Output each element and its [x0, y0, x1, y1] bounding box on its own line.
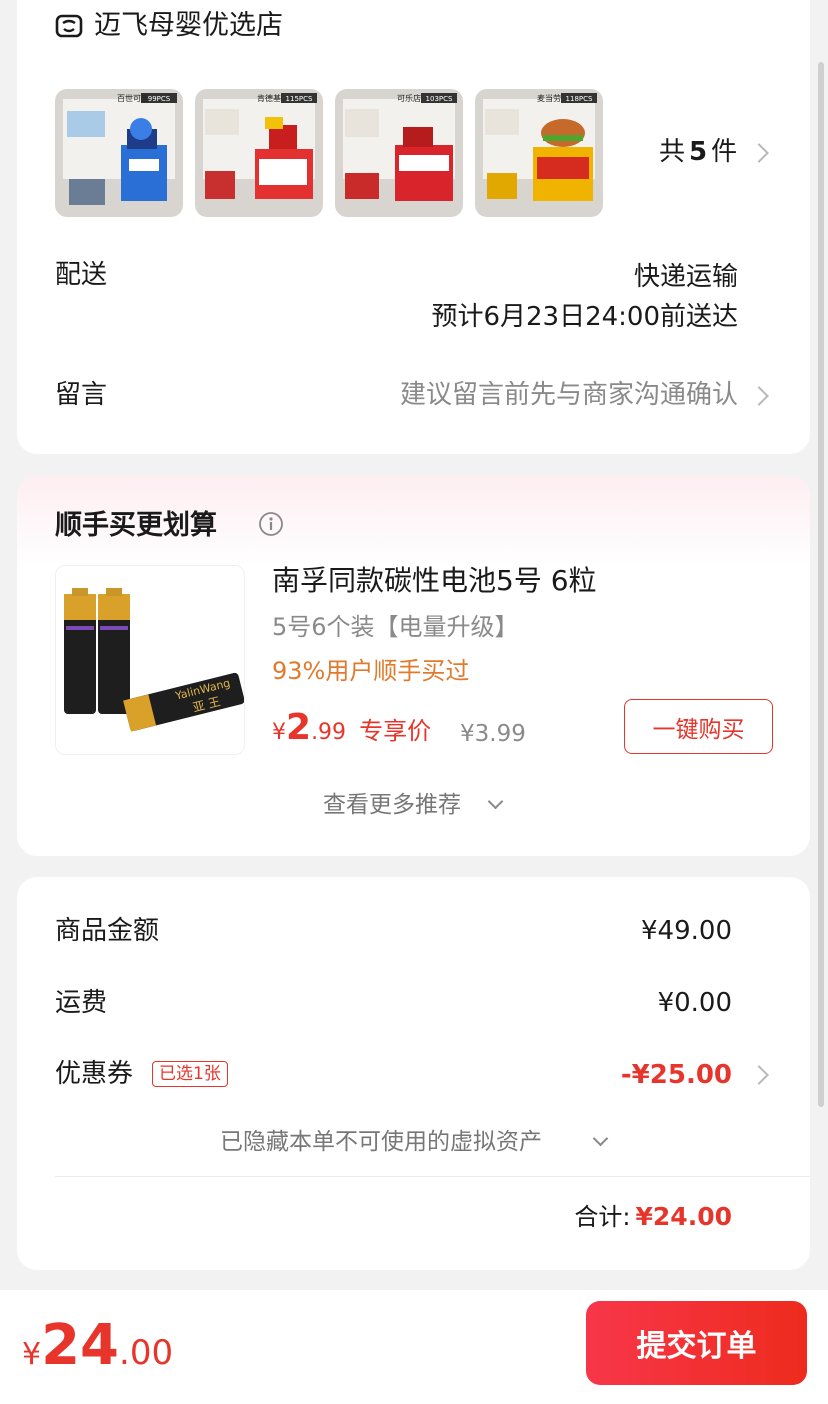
product-spec: 5号6个装【电量升级】	[272, 613, 519, 641]
price-tag: 专享价	[359, 717, 432, 745]
item-count-unit: 件	[711, 137, 738, 167]
delivery-method: 快递运输	[633, 262, 738, 292]
chevron-down-icon	[487, 793, 504, 810]
original-price: ¥3.99	[460, 721, 526, 747]
thumbnail-brand: 可乐店	[397, 93, 421, 103]
coupon-badge: 已选1张	[152, 1061, 228, 1087]
product-thumbnail[interactable]: 118PCS 麦当劳	[475, 89, 603, 217]
price-decimal: .99	[311, 720, 347, 745]
thumbnail-brand: 百世可乐	[117, 93, 149, 103]
product-image[interactable]: YalinWang 亚 王	[55, 565, 245, 755]
hidden-assets-toggle[interactable]: 已隐藏本单不可使用的虚拟资产	[220, 1126, 542, 1158]
shipping-value: ¥0.00	[657, 988, 732, 1018]
thumbnail-brand: 肯德基	[257, 93, 281, 103]
info-icon[interactable]	[258, 511, 284, 537]
coupon-label: 优惠券	[55, 1059, 134, 1089]
price-integer: 2	[286, 707, 312, 748]
social-proof: 93%用户顺手买过	[272, 657, 470, 685]
chevron-right-icon	[749, 1065, 769, 1085]
delivery-eta: 预计6月23日24:00前送达	[431, 302, 738, 332]
message-input[interactable]: 建议留言前先与商家沟通确认	[400, 378, 738, 412]
item-count[interactable]: 共5件	[659, 135, 737, 169]
order-total: 合计: ¥24.00	[574, 1200, 732, 1237]
item-count-number: 5	[689, 137, 708, 167]
recommend-card: 顺手买更划算 YalinWang 亚 王 南孚同款碳性电池5号 6粒 5号6个装…	[17, 476, 810, 856]
submit-order-button[interactable]: 提交订单	[586, 1301, 807, 1385]
total-label: 合计:	[574, 1203, 631, 1231]
shop-icon	[55, 12, 83, 40]
product-thumbnail[interactable]: 99PCS 百世可乐	[55, 89, 183, 217]
thumbnail-pcs: 99PCS	[148, 95, 171, 103]
price-symbol: ¥	[272, 720, 286, 745]
product-price: ¥2.99 专享价	[272, 706, 431, 756]
thumbnail-pcs: 118PCS	[566, 95, 593, 103]
divider	[55, 1176, 810, 1177]
item-count-prefix: 共	[659, 137, 686, 167]
product-thumbnails[interactable]: 99PCS 百世可乐 115PCS 肯德基 103PCS 可乐店 118PCS …	[55, 89, 603, 217]
pay-integer: 24	[41, 1313, 120, 1378]
one-click-buy-button[interactable]: 一键购买	[624, 699, 773, 754]
see-more-recommend[interactable]: 查看更多推荐	[323, 789, 461, 821]
coupon-value[interactable]: -¥25.00	[621, 1058, 732, 1092]
message-label: 留言	[55, 380, 108, 410]
pay-symbol: ¥	[22, 1337, 42, 1372]
pay-amount: ¥24.00	[22, 1310, 173, 1395]
shop-name[interactable]: 迈飞母婴优选店	[94, 9, 283, 43]
goods-amount-label: 商品金额	[55, 916, 160, 946]
order-items-card: 迈飞母婴优选店 99PCS 百世可乐 115PCS 肯德基 103PCS 可乐店…	[17, 0, 810, 454]
chevron-right-icon	[749, 143, 769, 163]
thumbnail-pcs: 115PCS	[286, 95, 313, 103]
thumbnail-brand: 麦当劳	[537, 93, 561, 103]
goods-amount-value: ¥49.00	[641, 916, 732, 946]
bottom-bar: ¥24.00 提交订单	[0, 1290, 828, 1404]
product-name[interactable]: 南孚同款碳性电池5号 6粒	[272, 563, 597, 599]
recommend-title: 顺手买更划算	[55, 510, 217, 541]
delivery-label: 配送	[55, 260, 108, 290]
product-thumbnail[interactable]: 115PCS 肯德基	[195, 89, 323, 217]
scrollbar[interactable]	[818, 62, 824, 1107]
shipping-label: 运费	[55, 988, 108, 1018]
chevron-right-icon	[749, 386, 769, 406]
thumbnail-pcs: 103PCS	[426, 95, 453, 103]
product-thumbnail[interactable]: 103PCS 可乐店	[335, 89, 463, 217]
price-summary-card: 商品金额 ¥49.00 运费 ¥0.00 优惠券 已选1张 -¥25.00 已隐…	[17, 877, 810, 1270]
total-value: ¥24.00	[635, 1202, 732, 1231]
chevron-down-icon	[592, 1130, 609, 1147]
pay-decimal: .00	[119, 1333, 174, 1373]
